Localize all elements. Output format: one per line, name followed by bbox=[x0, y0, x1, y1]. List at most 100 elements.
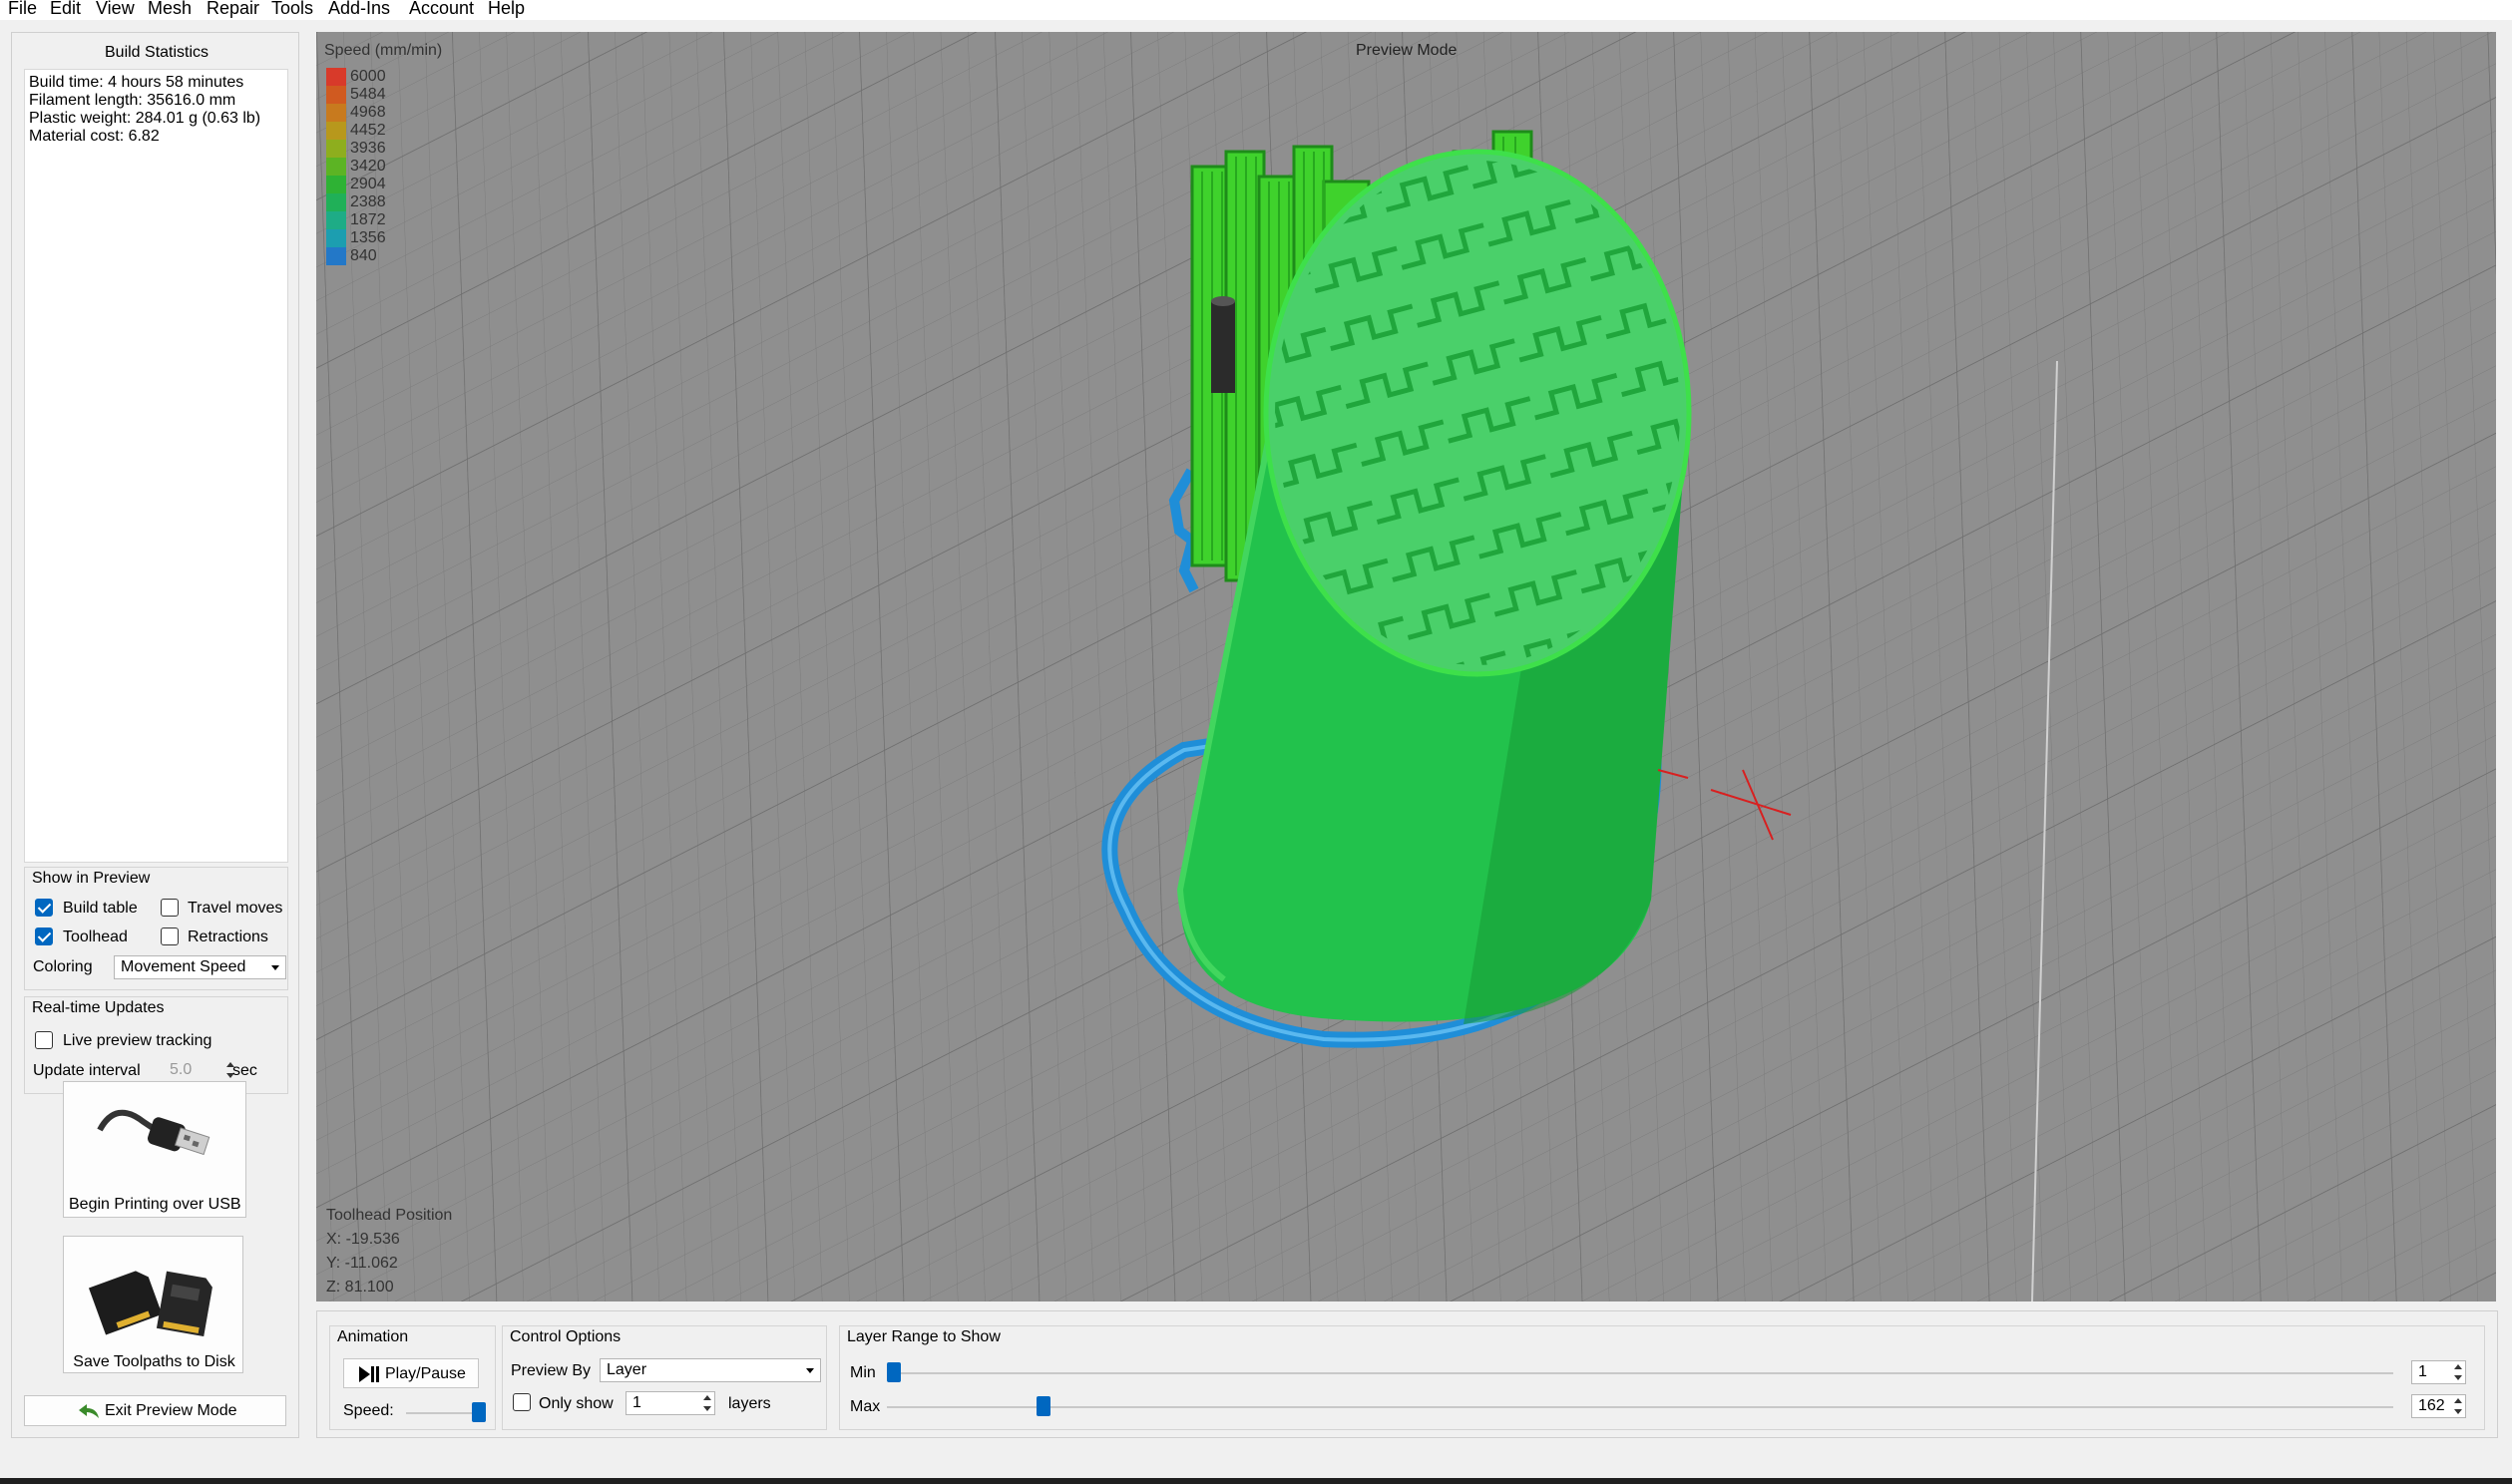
menu-edit[interactable]: Edit bbox=[50, 0, 81, 19]
exit-preview-label: Exit Preview Mode bbox=[105, 1402, 237, 1419]
spin-down-icon[interactable] bbox=[2454, 1409, 2462, 1414]
toolhead-checkbox[interactable] bbox=[35, 928, 53, 945]
menu-tools[interactable]: Tools bbox=[271, 0, 313, 19]
stat-filament-length: Filament length: 35616.0 mm bbox=[29, 92, 236, 109]
legend-swatch bbox=[326, 104, 346, 122]
legend-value: 1356 bbox=[350, 229, 386, 246]
menu-mesh[interactable]: Mesh bbox=[148, 0, 192, 19]
spin-up-icon[interactable] bbox=[2454, 1398, 2462, 1403]
legend-title: Speed (mm/min) bbox=[324, 42, 443, 59]
max-slider-handle[interactable] bbox=[1036, 1396, 1050, 1416]
exit-preview-mode-button[interactable]: Exit Preview Mode bbox=[24, 1395, 286, 1426]
legend-swatch bbox=[326, 122, 346, 140]
legend-swatch bbox=[326, 247, 346, 265]
play-pause-button[interactable]: Play/Pause bbox=[343, 1358, 479, 1388]
min-slider-handle[interactable] bbox=[887, 1362, 901, 1382]
show-in-preview-group: Show in Preview Build table Travel moves… bbox=[24, 867, 288, 990]
max-label: Max bbox=[850, 1398, 881, 1415]
coloring-select-value: Movement Speed bbox=[121, 958, 246, 975]
max-value: 162 bbox=[2418, 1397, 2445, 1414]
left-panel: Build Statistics Build time: 4 hours 58 … bbox=[11, 32, 299, 1438]
legend-value: 3420 bbox=[350, 158, 386, 175]
legend-swatch bbox=[326, 86, 346, 104]
usb-cable-icon bbox=[97, 1109, 210, 1156]
legend-value: 4968 bbox=[350, 104, 386, 121]
min-slider-track[interactable] bbox=[887, 1372, 2393, 1374]
play-pause-icon bbox=[359, 1366, 379, 1382]
update-interval-value: 5.0 bbox=[170, 1061, 193, 1078]
realtime-updates-title: Real-time Updates bbox=[32, 999, 165, 1016]
update-interval-spinbox[interactable]: 5.0 bbox=[163, 1058, 238, 1082]
spin-down-icon[interactable] bbox=[703, 1406, 711, 1411]
max-slider-track[interactable] bbox=[887, 1406, 2393, 1408]
travel-moves-checkbox[interactable] bbox=[161, 899, 179, 917]
preview-viewport[interactable]: Speed (mm/min) 6000 5484 4968 4452 3936 3420 2… bbox=[316, 32, 2496, 1301]
legend-swatch bbox=[326, 229, 346, 247]
spin-up-icon[interactable] bbox=[703, 1395, 711, 1400]
only-show-spinbox[interactable]: 1 bbox=[626, 1391, 715, 1415]
menu-help[interactable]: Help bbox=[488, 0, 525, 19]
layers-label: layers bbox=[728, 1395, 771, 1412]
toolhead-label: Toolhead bbox=[63, 928, 128, 945]
live-preview-tracking-checkbox[interactable] bbox=[35, 1031, 53, 1049]
spin-up-icon[interactable] bbox=[2454, 1364, 2462, 1369]
back-arrow-icon bbox=[79, 1404, 99, 1418]
only-show-value: 1 bbox=[632, 1394, 641, 1411]
menu-account[interactable]: Account bbox=[409, 0, 474, 19]
preview-by-value: Layer bbox=[607, 1361, 647, 1378]
menu-repair[interactable]: Repair bbox=[207, 0, 259, 19]
only-show-checkbox[interactable] bbox=[513, 1393, 531, 1411]
menu-file[interactable]: File bbox=[8, 0, 37, 19]
animation-group: Animation Play/Pause Speed: bbox=[329, 1325, 496, 1430]
legend-value: 1872 bbox=[350, 211, 386, 228]
live-preview-tracking-label: Live preview tracking bbox=[63, 1032, 212, 1049]
speed-slider-handle[interactable] bbox=[472, 1402, 486, 1422]
legend-swatch bbox=[326, 140, 346, 158]
save-toolpaths-button[interactable]: Save Toolpaths to Disk bbox=[63, 1236, 243, 1373]
min-spinbox[interactable]: 1 bbox=[2411, 1360, 2466, 1384]
coloring-label: Coloring bbox=[33, 958, 93, 975]
animation-title: Animation bbox=[337, 1328, 409, 1345]
build-stats-title: Build Statistics bbox=[105, 44, 209, 61]
menu-view[interactable]: View bbox=[96, 0, 135, 19]
build-table-checkbox[interactable] bbox=[35, 899, 53, 917]
build-plate-canvas[interactable] bbox=[316, 32, 2496, 1301]
preview-by-select[interactable]: Layer bbox=[600, 1358, 821, 1382]
legend-swatch bbox=[326, 176, 346, 193]
layer-range-group: Layer Range to Show Min 1 Max 162 bbox=[839, 1325, 2485, 1430]
min-label: Min bbox=[850, 1364, 876, 1381]
play-pause-label: Play/Pause bbox=[385, 1365, 466, 1382]
legend-swatch bbox=[326, 211, 346, 229]
retractions-checkbox[interactable] bbox=[161, 928, 179, 945]
legend-swatch bbox=[326, 68, 346, 86]
legend-value: 840 bbox=[350, 247, 377, 264]
build-table-label: Build table bbox=[63, 900, 138, 917]
update-interval-label: Update interval bbox=[33, 1062, 141, 1079]
sd-button-label: Save Toolpaths to Disk bbox=[73, 1353, 235, 1370]
legend-value: 3936 bbox=[350, 140, 386, 157]
toolhead-z: Z: 81.100 bbox=[326, 1279, 394, 1296]
legend-value: 2388 bbox=[350, 193, 386, 210]
taskbar bbox=[0, 1478, 2512, 1484]
toolhead-position-title: Toolhead Position bbox=[326, 1207, 453, 1224]
preview-mode-label: Preview Mode bbox=[1356, 42, 1458, 59]
build-stats-box: Build time: 4 hours 58 minutes Filament … bbox=[24, 69, 288, 863]
chevron-down-icon bbox=[271, 965, 279, 970]
only-show-label: Only show bbox=[539, 1395, 614, 1412]
spin-down-icon[interactable] bbox=[2454, 1375, 2462, 1380]
coloring-select[interactable]: Movement Speed bbox=[114, 955, 286, 979]
stat-plastic-weight: Plastic weight: 284.01 g (0.63 lb) bbox=[29, 110, 261, 127]
legend-value: 4452 bbox=[350, 122, 386, 139]
begin-printing-usb-button[interactable]: Begin Printing over USB bbox=[63, 1081, 246, 1218]
legend-swatch bbox=[326, 158, 346, 176]
stat-material-cost: Material cost: 6.82 bbox=[29, 128, 160, 145]
update-interval-unit: sec bbox=[232, 1062, 257, 1079]
toolhead-y: Y: -11.062 bbox=[326, 1255, 398, 1272]
menu-add-ins[interactable]: Add-Ins bbox=[328, 0, 390, 19]
travel-moves-label: Travel moves bbox=[188, 900, 283, 917]
retractions-label: Retractions bbox=[188, 928, 268, 945]
control-options-group: Control Options Preview By Layer Only sh… bbox=[502, 1325, 827, 1430]
max-spinbox[interactable]: 162 bbox=[2411, 1394, 2466, 1418]
bottom-panel: Animation Play/Pause Speed: Control Opti… bbox=[316, 1310, 2498, 1438]
chevron-down-icon bbox=[806, 1368, 814, 1373]
